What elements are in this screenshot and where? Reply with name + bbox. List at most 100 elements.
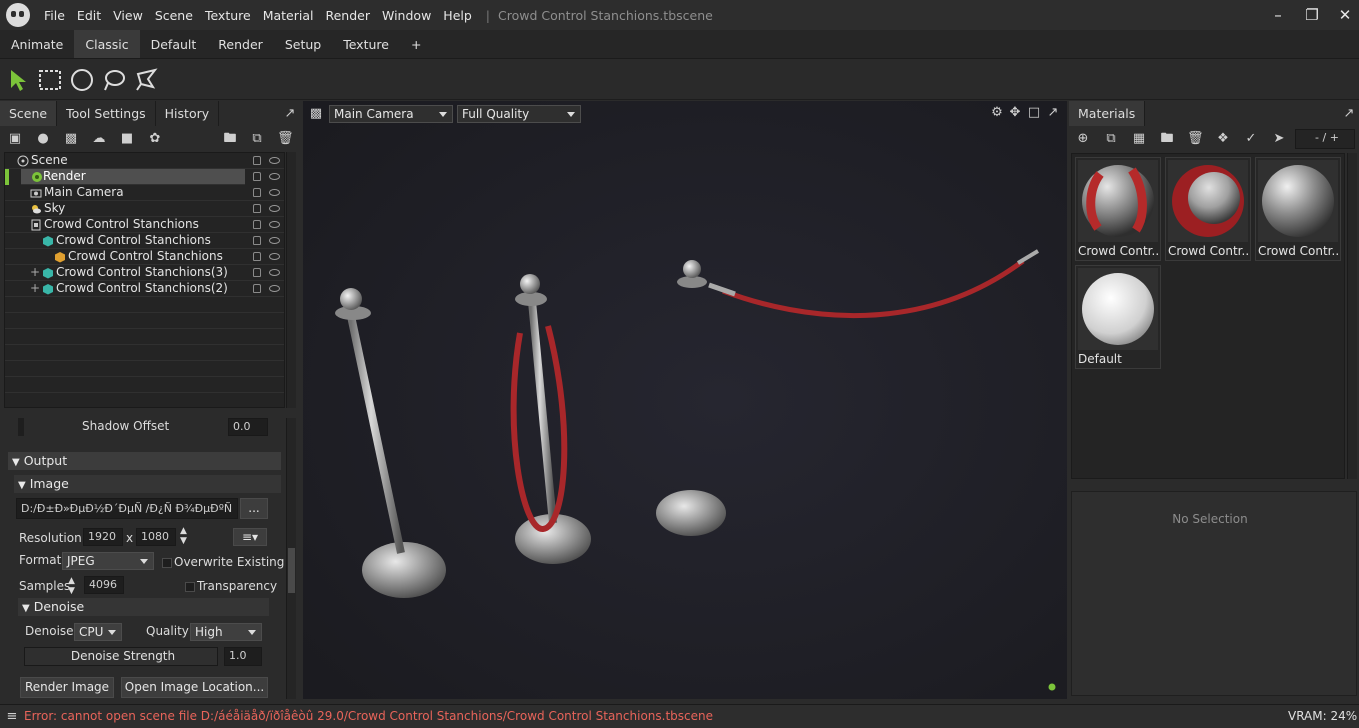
materials-scrollbar[interactable] [1347, 153, 1357, 479]
image-section-header[interactable]: ▼ Image [14, 475, 281, 493]
ellipse-select-icon[interactable] [69, 67, 95, 93]
lock-icon[interactable] [253, 252, 261, 261]
transform-icon[interactable]: ✥ [1007, 105, 1023, 121]
menu-texture[interactable]: Texture [199, 8, 257, 23]
denoise-strength-field[interactable]: 1.0 [224, 647, 262, 666]
camera-icon[interactable]: ▩ [308, 106, 324, 122]
tab-classic[interactable]: Classic [74, 30, 140, 58]
eye-icon[interactable] [269, 221, 280, 228]
add-light-icon[interactable]: ● [35, 131, 51, 147]
frame-icon[interactable]: □ [1026, 105, 1042, 121]
resolution-stepper-icon[interactable]: ▲ ▼ [180, 526, 187, 546]
menu-window[interactable]: Window [376, 8, 437, 23]
eye-icon[interactable] [269, 285, 280, 292]
tab-render[interactable]: Render [207, 30, 274, 58]
polygon-select-icon[interactable] [133, 67, 159, 93]
eye-icon[interactable] [269, 253, 280, 260]
undock-icon[interactable]: ↗ [1341, 106, 1357, 122]
maximize-icon[interactable]: ❐ [1302, 5, 1322, 25]
tab-texture[interactable]: Texture [332, 30, 400, 58]
add-camera-icon[interactable]: ▩ [63, 131, 79, 147]
rect-select-icon[interactable] [37, 67, 63, 93]
add-material-icon[interactable]: ⊕ [1075, 131, 1091, 147]
lock-icon[interactable] [253, 284, 261, 293]
viewport[interactable]: ▩ Main Camera Full Quality ⚙ ✥ □ ↗ [303, 101, 1067, 699]
lock-icon[interactable] [253, 172, 261, 181]
lock-icon[interactable] [253, 236, 261, 245]
quality-dropdown[interactable]: High [190, 623, 262, 641]
pick-icon[interactable]: ❖ [1215, 131, 1231, 147]
output-path-field[interactable]: D:/Ð±Ð»ÐµÐ½Ð´ÐµÑ /Ð¿Ñ Ð¾ÐµÐºÑ [16, 498, 238, 519]
undock-icon[interactable]: ↗ [282, 106, 298, 122]
folder-icon[interactable]: 🖿 [222, 131, 238, 147]
tree-row[interactable]: + Crowd Control Stanchions(2) [5, 281, 284, 297]
tab-default[interactable]: Default [140, 30, 208, 58]
menu-view[interactable]: View [107, 8, 149, 23]
lasso-select-icon[interactable] [101, 67, 127, 93]
trash-icon[interactable]: 🗑 [1187, 131, 1204, 147]
expand-icon[interactable]: + [30, 265, 40, 280]
trash-icon[interactable]: 🗑 [277, 131, 294, 147]
tab-materials[interactable]: Materials [1069, 101, 1146, 126]
eye-icon[interactable] [269, 157, 280, 164]
overwrite-checkbox[interactable] [162, 558, 172, 568]
add-sky-icon[interactable]: ☁ [91, 131, 107, 147]
eye-icon[interactable] [269, 173, 280, 180]
render-image-button[interactable]: Render Image [20, 677, 114, 698]
tree-row[interactable]: Main Camera [5, 185, 284, 201]
tab-animate[interactable]: Animate [0, 30, 74, 58]
menu-help[interactable]: Help [437, 8, 478, 23]
browse-button[interactable]: ... [240, 498, 268, 519]
tree-row[interactable]: Crowd Control Stanchions [5, 233, 284, 249]
lock-icon[interactable] [253, 204, 261, 213]
duplicate-icon[interactable]: ⧉ [249, 131, 265, 147]
denoise-dropdown[interactable]: CPU [74, 623, 122, 641]
eye-icon[interactable] [269, 269, 280, 276]
material-thumb[interactable]: Crowd Contr... [1075, 157, 1161, 261]
close-icon[interactable]: ✕ [1335, 5, 1355, 25]
tree-row[interactable]: Crowd Control Stanchions [5, 249, 284, 265]
tree-row[interactable]: Scene [5, 153, 284, 169]
tree-row[interactable]: Sky [5, 201, 284, 217]
eye-icon[interactable] [269, 205, 280, 212]
samples-stepper-icon[interactable]: ▲ ▼ [68, 576, 75, 596]
duplicate-material-icon[interactable]: ⧉ [1103, 131, 1119, 147]
menu-render[interactable]: Render [319, 8, 376, 23]
eye-icon[interactable] [269, 189, 280, 196]
tab-setup[interactable]: Setup [274, 30, 332, 58]
denoise-strength-slider[interactable]: Denoise Strength [24, 647, 218, 666]
output-section-header[interactable]: ▼ Output [8, 452, 281, 470]
lock-icon[interactable] [253, 220, 261, 229]
add-fog-icon[interactable]: ✿ [147, 131, 163, 147]
gear-icon[interactable]: ⚙ [989, 105, 1005, 121]
menu-edit[interactable]: Edit [71, 8, 107, 23]
menu-file[interactable]: File [38, 8, 71, 23]
add-shadow-icon[interactable]: ■ [119, 131, 135, 147]
eye-icon[interactable] [269, 237, 280, 244]
select-arrow-icon[interactable] [6, 67, 32, 93]
format-dropdown[interactable]: JPEG [62, 552, 154, 570]
material-thumb[interactable]: Default [1075, 265, 1161, 369]
checker-icon[interactable]: ▦ [1131, 131, 1147, 147]
resolution-width-field[interactable]: 1920 [83, 528, 123, 546]
expand-icon[interactable]: + [30, 281, 40, 296]
scroll-thumb[interactable] [288, 548, 295, 593]
resolution-preset-button[interactable]: ≡▾ [233, 528, 267, 546]
quality-dropdown[interactable]: Full Quality [457, 105, 581, 123]
minimize-icon[interactable]: – [1268, 5, 1288, 25]
props-scrollbar[interactable] [286, 418, 296, 699]
tree-row[interactable]: Crowd Control Stanchions [5, 217, 284, 233]
material-counter[interactable]: - / + [1295, 129, 1355, 149]
tree-row[interactable]: + Crowd Control Stanchions(3) [5, 265, 284, 281]
lock-icon[interactable] [253, 156, 261, 165]
apply-icon[interactable]: ✓ [1243, 131, 1259, 147]
menu-scene[interactable]: Scene [149, 8, 199, 23]
lock-icon[interactable] [253, 188, 261, 197]
folder-icon[interactable]: 🖿 [1159, 131, 1175, 147]
resolution-height-field[interactable]: 1080 [136, 528, 176, 546]
undock-icon[interactable]: ↗ [1045, 105, 1061, 121]
material-thumb[interactable]: Crowd Contr... [1165, 157, 1251, 261]
menu-material[interactable]: Material [257, 8, 320, 23]
menu-icon[interactable]: ≡ [4, 709, 20, 725]
material-thumb[interactable]: Crowd Contr... [1255, 157, 1341, 261]
